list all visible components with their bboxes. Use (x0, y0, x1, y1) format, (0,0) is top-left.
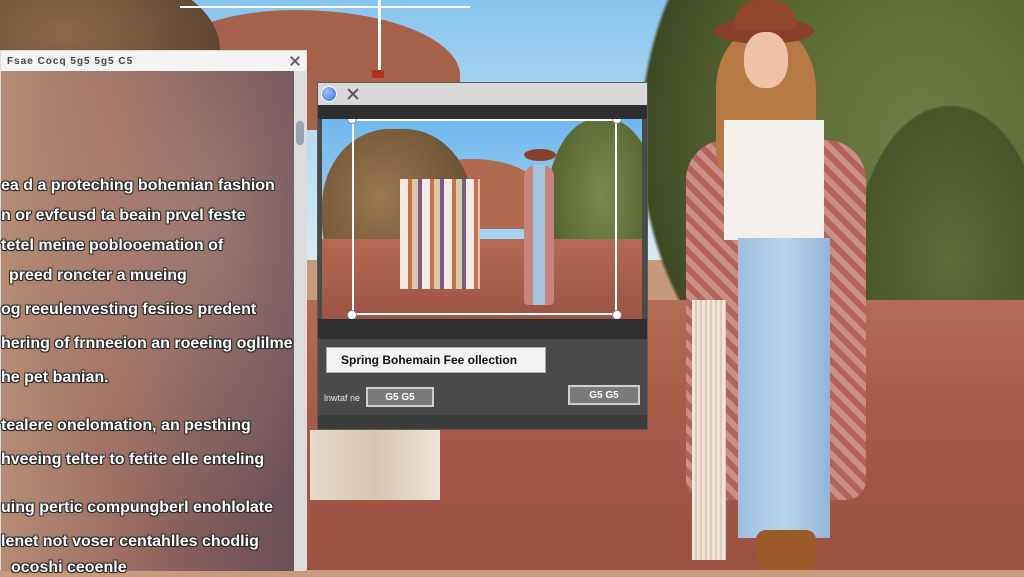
white-top (724, 120, 824, 240)
hat-crown (734, 0, 796, 30)
text-line: ocoshi ceoenle (11, 559, 127, 576)
scrollbar-thumb[interactable] (296, 121, 304, 145)
boots (756, 530, 816, 570)
text-line: n or evfcusd ta beain prvel feste (1, 207, 246, 224)
text-line: he pet banian. (1, 369, 109, 386)
image-dialog-window: Spring Bohemain Fee ollection lnwtaf ne … (317, 82, 648, 430)
jeans (738, 238, 830, 538)
crop-frame[interactable] (352, 119, 617, 315)
window-control-icon[interactable] (321, 86, 337, 102)
clothing-rack (310, 430, 440, 500)
close-icon[interactable] (347, 88, 359, 100)
text-line: uing pertic compungberl enohlolate (1, 499, 274, 516)
crosshair-marker (372, 70, 384, 78)
text-line: lenet not voser centahlles chodlig (1, 533, 259, 550)
text-line: tetel meine poblooemation of (1, 237, 224, 254)
dialog-titlebar[interactable] (318, 83, 647, 106)
window-title: Fsae Cocq 5g5 5g5 C5 (7, 55, 134, 67)
fringe (692, 300, 726, 560)
text-editor-body[interactable] (1, 71, 295, 571)
image-preview[interactable] (322, 119, 642, 319)
text-line: hering of frnneeion an roeeing oglilme (1, 335, 293, 352)
text-line: og reeulenvesting fesiios predent (1, 301, 257, 318)
dialog-toolbar (318, 105, 647, 119)
fashion-model-figure (686, 0, 876, 570)
primary-button[interactable]: G5 G5 (568, 385, 640, 405)
dialog-footer (318, 415, 647, 429)
crosshair-vertical (378, 0, 381, 78)
text-line: ea d a proteching bohemian fashion (1, 177, 275, 194)
crop-handle[interactable] (612, 310, 622, 319)
face (744, 32, 788, 88)
text-line: preed roncter a mueing (9, 267, 187, 284)
text-editor-window: Fsae Cocq 5g5 5g5 C5 ea d a proteching b… (0, 50, 307, 576)
text-editor-titlebar[interactable]: Fsae Cocq 5g5 5g5 C5 (1, 51, 306, 72)
scrollbar[interactable] (294, 71, 306, 571)
text-line: tealere onelomation, an pesthing (1, 417, 251, 434)
text-line: hveeing telter to fetite elle enteling (1, 451, 265, 468)
crop-handle[interactable] (347, 310, 357, 319)
secondary-button[interactable]: G5 G5 (366, 387, 434, 407)
collection-title-input[interactable]: Spring Bohemain Fee ollection (326, 347, 546, 373)
dialog-separator (318, 319, 647, 339)
field-label: lnwtaf ne (324, 393, 361, 403)
crosshair-horizontal (180, 6, 470, 8)
close-icon[interactable] (290, 56, 300, 66)
